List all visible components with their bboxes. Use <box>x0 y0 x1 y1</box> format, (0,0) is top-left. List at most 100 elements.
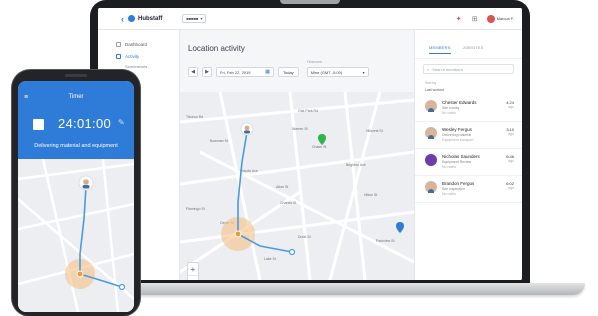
current-project: Delivering material and equipment <box>34 143 118 149</box>
sidebar-item-dashboard[interactable]: Dashboard <box>98 38 179 50</box>
member-name: Brandon Fergus <box>442 181 475 186</box>
member-project: Equipment transport <box>442 138 474 142</box>
timer-header: ≡ Timer 24:01:00 ✎ Delivering material a… <box>18 81 134 159</box>
member-avatar-face <box>244 125 250 131</box>
member-task: Delivering material <box>442 133 471 137</box>
search-icon: ⌕ <box>427 66 430 72</box>
street-label: Oak Park Rd <box>298 109 318 113</box>
member-time-sub: ago <box>508 186 514 190</box>
app-logo[interactable]: ‹ Hubstaff <box>121 14 163 23</box>
search-placeholder: Search members <box>432 66 463 72</box>
avatar <box>425 127 437 139</box>
activity-icon <box>116 53 121 59</box>
apps-grid-icon[interactable]: ⊞ <box>471 15 479 23</box>
timezone-label: Timezone <box>306 60 322 64</box>
street-label: Alton St <box>276 185 288 189</box>
member-info: Wesley Fergus Delivering material Equipm… <box>442 127 474 142</box>
calendar-icon: ▦ <box>265 69 270 75</box>
avatar <box>425 181 437 193</box>
device-composite: ‹ Hubstaff ■■■■■ ▾ ✦ ⊞ Marcus F. Dashboa… <box>0 0 598 316</box>
list-item[interactable]: Brandon Fergus Site inspection No notes … <box>415 176 522 203</box>
chevron-down-icon: ▾ <box>362 69 365 75</box>
gift-icon[interactable]: ✦ <box>455 15 463 23</box>
timezone-group: Timezone Mine (GMT -5:00) ▾ <box>306 60 369 77</box>
next-day-button[interactable]: ▶ <box>202 67 212 77</box>
edit-icon[interactable]: ✎ <box>118 118 125 127</box>
prev-day-button[interactable]: ◀ <box>188 67 198 77</box>
member-time-sub: ago <box>508 159 514 163</box>
phone-member-avatar-face <box>83 179 89 185</box>
member-search-input[interactable]: ⌕ Search members <box>423 64 514 74</box>
member-name: Nicholas Saunders <box>442 154 480 159</box>
org-selector[interactable]: ■■■■■ ▾ <box>182 14 207 23</box>
member-time-sub: ago <box>508 105 514 109</box>
street-label: Charles St <box>280 201 296 205</box>
filter-bar: ◀ ▶ Fri, Feb 22, 2019 ▦ Today Timezone M… <box>188 60 369 77</box>
phone-current-location-marker <box>76 270 84 278</box>
member-time: 6:46 ago <box>506 154 514 163</box>
route-point-marker <box>288 248 296 256</box>
member-project: No notes <box>442 111 457 115</box>
street-label: Lake St <box>264 257 276 261</box>
street-label: Lincoln Ave <box>240 169 258 173</box>
avatar <box>425 100 437 112</box>
sidebar-subitem-label: Screenshots <box>125 64 148 69</box>
sort-value[interactable]: Last worked <box>415 85 522 95</box>
timer-display: 24:01:00 <box>58 116 112 131</box>
zoom-out-button[interactable]: − <box>188 275 198 280</box>
member-task: Equipment Review <box>442 160 472 164</box>
avatar <box>425 154 437 166</box>
chevron-down-icon: ▾ <box>200 15 203 21</box>
street-label: Hillcrest St <box>366 129 383 133</box>
laptop-notch <box>280 0 340 4</box>
dashboard-icon <box>116 41 121 47</box>
phone-screen: ≡ Timer 24:01:00 ✎ Delivering material a… <box>18 81 134 312</box>
right-panel: MEMBERS JOBSITES ⌕ Search members Sort b… <box>414 30 522 280</box>
street-label: Warren St <box>292 127 308 131</box>
member-name: Chester Edwards <box>442 100 477 105</box>
member-info: Nicholas Saunders Equipment Review No no… <box>442 154 480 169</box>
tab-members[interactable]: MEMBERS <box>429 45 451 54</box>
member-avatar-body <box>244 130 250 134</box>
member-project: No notes <box>442 192 457 196</box>
phone-frame: ≡ Timer 24:01:00 ✎ Delivering material a… <box>12 70 140 316</box>
map-canvas: Tiburon Rd Warren St Chase St Oak Park R… <box>180 92 414 280</box>
today-button[interactable]: Today <box>278 67 299 77</box>
avatar <box>486 14 495 23</box>
street-label: Hilton St <box>364 193 377 197</box>
app-name: Hubstaff <box>138 15 163 22</box>
phone-member-avatar-body <box>82 185 90 189</box>
top-bar: ‹ Hubstaff ■■■■■ ▾ ✦ ⊞ Marcus F. <box>98 8 522 30</box>
stop-timer-button[interactable] <box>33 119 44 130</box>
phone-map-canvas <box>18 158 134 312</box>
phone-map[interactable] <box>18 158 134 312</box>
top-bar-actions: ✦ ⊞ Marcus F. <box>455 14 514 23</box>
hubstaff-logo-icon <box>128 15 135 22</box>
member-task: Site survey <box>442 106 460 110</box>
timezone-select[interactable]: Mine (GMT -5:00) ▾ <box>306 67 369 77</box>
member-project: No notes <box>442 165 457 169</box>
panel-tabs: MEMBERS JOBSITES <box>415 30 522 59</box>
back-arrow-icon[interactable]: ‹ <box>121 14 124 23</box>
list-item[interactable]: Nicholas Saunders Equipment Review No no… <box>415 149 522 176</box>
list-item[interactable]: Chester Edwards Site survey No notes 4:2… <box>415 95 522 122</box>
current-location-marker <box>234 230 242 238</box>
sidebar-item-activity[interactable]: Activity <box>98 50 179 62</box>
page-title: Location activity <box>188 44 245 53</box>
user-name: Marcus F. <box>496 16 514 21</box>
user-menu[interactable]: Marcus F. <box>486 14 514 23</box>
member-name: Wesley Fergus <box>442 127 472 132</box>
street-label: Chase St <box>312 145 326 149</box>
sidebar-item-label: Dashboard <box>125 41 148 47</box>
laptop-frame: ‹ Hubstaff ■■■■■ ▾ ✦ ⊞ Marcus F. Dashboa… <box>90 0 530 290</box>
date-picker[interactable]: Fri, Feb 22, 2019 ▦ <box>216 67 274 77</box>
list-item[interactable]: Wesley Fergus Delivering material Equipm… <box>415 122 522 149</box>
zoom-in-button[interactable]: + <box>188 263 198 275</box>
location-map[interactable]: Tiburon Rd Warren St Chase St Oak Park R… <box>180 92 414 280</box>
tab-jobsites[interactable]: JOBSITES <box>463 45 484 58</box>
org-name: ■■■■■ <box>186 15 199 21</box>
member-task: Site inspection <box>442 187 465 191</box>
phone-title: Timer <box>68 94 84 100</box>
timezone-value: Mine (GMT -5:00) <box>310 69 343 75</box>
sort-label: Sort by <box>425 81 437 85</box>
